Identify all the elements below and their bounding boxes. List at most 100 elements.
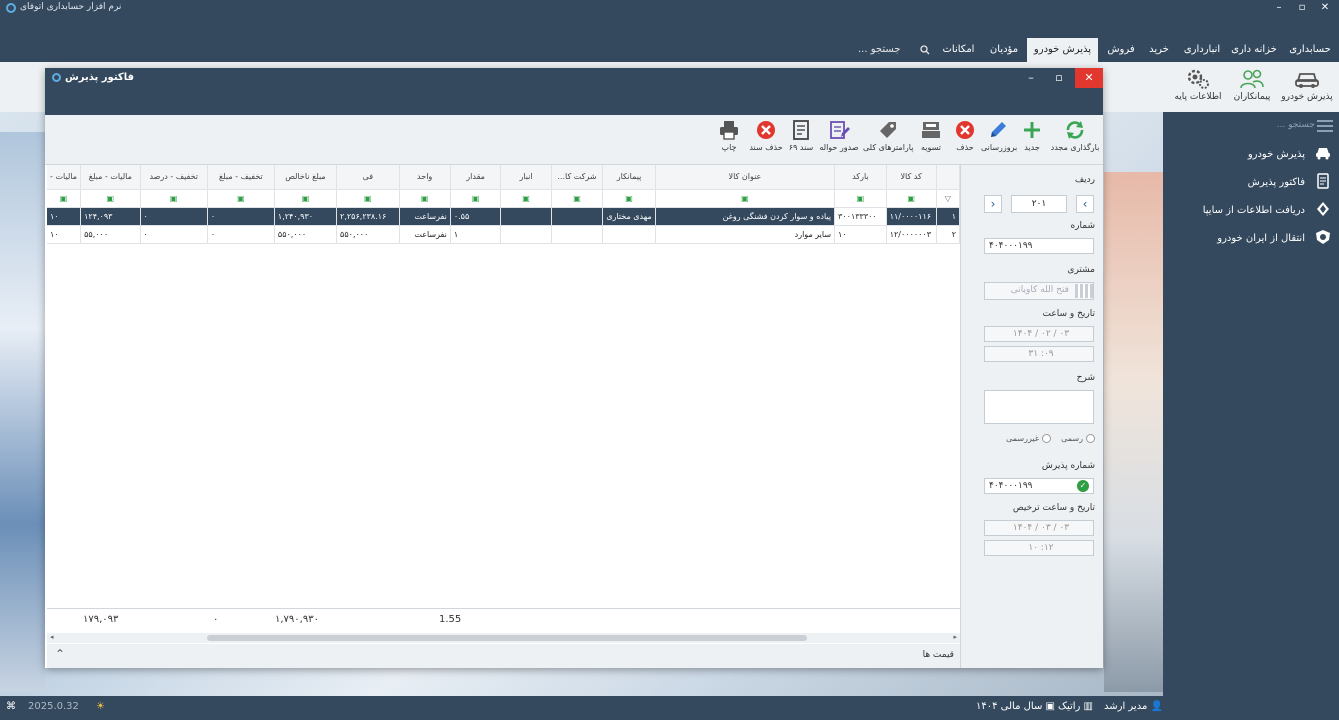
menu-accounting[interactable]: حسابداری xyxy=(1284,38,1336,62)
cell-tax-rate[interactable]: ۱۰ xyxy=(47,225,82,244)
scroll-right-icon[interactable]: ▸ xyxy=(953,633,957,641)
col-header-contractor[interactable]: پیمانکار xyxy=(602,165,656,190)
filter-cell[interactable]: ▣ xyxy=(336,189,400,208)
new-button[interactable]: جدید xyxy=(1017,119,1047,163)
cell-fee[interactable]: ۵۵۰,۰۰۰ xyxy=(336,225,400,244)
status-user[interactable]: 👤 مدیر ارشد xyxy=(1104,701,1163,712)
close-button[interactable]: ✕ xyxy=(1318,1,1332,15)
status-fiscal-year[interactable]: ▣ سال مالی ۱۴۰۴ xyxy=(976,701,1055,712)
filter-cell[interactable]: ▣ xyxy=(655,189,836,208)
scroll-left-icon[interactable]: ◂ xyxy=(50,633,54,641)
general-params-button[interactable]: پارامترهای کلی xyxy=(863,119,913,163)
filter-funnel-icon[interactable]: ▽ xyxy=(936,189,961,208)
col-header-gross[interactable]: مبلغ ناخالص xyxy=(274,165,338,190)
radio-official[interactable]: رسمی xyxy=(1061,434,1095,443)
col-header-qty[interactable]: مقدار xyxy=(450,165,502,190)
col-header-barcode[interactable]: بارکد xyxy=(834,165,887,190)
menu-car-reception[interactable]: پذیرش خودرو xyxy=(1027,38,1098,62)
col-header-disc-percent[interactable]: تخفیف - درصد xyxy=(140,165,208,190)
cell-gross[interactable]: ۵۵۰,۰۰۰ xyxy=(274,225,338,244)
cell-tax-rate[interactable]: ۱۰ xyxy=(47,207,82,226)
scrollbar-thumb[interactable] xyxy=(207,635,807,641)
cell-company[interactable] xyxy=(551,207,604,226)
cell-gross[interactable]: ۱,۲۴۰,۹۳۰ xyxy=(274,207,338,226)
delete-button[interactable]: حذف xyxy=(951,119,979,163)
cell-company[interactable] xyxy=(551,225,604,244)
filter-cell[interactable]: ▣ xyxy=(80,189,141,208)
filter-cell[interactable]: ▣ xyxy=(399,189,451,208)
horizontal-scrollbar[interactable]: ◂ ▸ xyxy=(47,633,960,643)
cell-unit[interactable]: نفرساعت xyxy=(399,225,451,244)
cell-qty[interactable]: ۰.۵۵ xyxy=(450,207,502,226)
sidebar-item-saipa-import[interactable]: دریافت اطلاعات از سایپا xyxy=(1173,200,1333,220)
filter-cell[interactable]: ▣ xyxy=(834,189,887,208)
chevron-up-icon[interactable]: ⌃ xyxy=(55,647,65,661)
description-textarea[interactable] xyxy=(984,390,1094,424)
filter-cell[interactable]: ▣ xyxy=(274,189,338,208)
next-record-icon[interactable]: › xyxy=(1076,195,1094,213)
col-header-fee[interactable]: فی xyxy=(336,165,400,190)
filter-cell[interactable]: ▣ xyxy=(207,189,275,208)
grid-picker-icon[interactable] xyxy=(1075,284,1093,298)
menu-search[interactable]: جستجو ... xyxy=(858,38,930,62)
cell-disc-percent[interactable]: ۰ xyxy=(140,225,208,244)
cell-code[interactable]: ۱۲/۰۰۰۰۰۰۳ xyxy=(886,225,937,244)
prev-record-icon[interactable]: ‹ xyxy=(984,195,1002,213)
cell-title[interactable]: سایر موارد xyxy=(655,225,836,244)
time-field[interactable]: ۰۹: ۳۱ xyxy=(984,346,1094,362)
cell-barcode[interactable]: ۳۰۰۱۳۳۳۰۰ xyxy=(834,207,887,226)
menu-taxpayers[interactable]: مؤدیان xyxy=(983,38,1025,62)
cell-unit[interactable]: نفرساعت xyxy=(399,207,451,226)
col-header-disc-amount[interactable]: تخفیف - مبلغ xyxy=(207,165,275,190)
filter-cell[interactable]: ▣ xyxy=(47,189,82,208)
table-row[interactable]: ۱ ۱۱/۰۰۰۰۱۱۶ ۳۰۰۱۳۳۳۰۰ پیاده و سوار کردن… xyxy=(47,207,961,226)
number-field[interactable]: ۴۰۴۰۰۰۱۹۹ xyxy=(984,238,1094,254)
row-value[interactable]: ۲۰۱ xyxy=(1011,195,1067,213)
delete-voucher-button[interactable]: حذف سند xyxy=(747,119,785,163)
release-time-field[interactable]: ۱۲: ۱۰ xyxy=(984,540,1094,556)
hamburger-menu-icon[interactable] xyxy=(1317,120,1333,132)
cell-disc-percent[interactable]: ۰ xyxy=(140,207,208,226)
issue-remittance-button[interactable]: صدور حواله xyxy=(817,119,861,163)
col-header-unit[interactable]: واحد xyxy=(399,165,451,190)
dialog-close-button[interactable]: ✕ xyxy=(1075,68,1103,88)
menu-features[interactable]: امکانات xyxy=(936,38,981,62)
filter-cell[interactable]: ▣ xyxy=(500,189,552,208)
cell-warehouse[interactable] xyxy=(500,225,552,244)
col-header-warehouse[interactable]: انبار xyxy=(500,165,552,190)
date-field[interactable]: ۱۴۰۴ / ۰۲ / ۰۳ xyxy=(984,326,1094,342)
menu-sales[interactable]: فروش xyxy=(1102,38,1140,62)
reload-button[interactable]: بارگذاری مجدد xyxy=(1050,119,1100,163)
cell-tax-amount[interactable]: ۱۲۴,۰۹۳ xyxy=(80,207,141,226)
radio-unofficial[interactable]: غیررسمی xyxy=(1006,434,1051,443)
ribbon-basic-info-button[interactable]: اطلاعات پایه xyxy=(1171,66,1225,110)
cell-barcode[interactable]: ۱۰ xyxy=(834,225,887,244)
cell-tax-amount[interactable]: ۵۵,۰۰۰ xyxy=(80,225,141,244)
dialog-maximize-button[interactable]: ▫ xyxy=(1045,68,1073,88)
cell-qty[interactable]: ۱ xyxy=(450,225,502,244)
cell-fee[interactable]: ۲,۲۵۶,۲۳۸.۱۶ xyxy=(336,207,400,226)
cell-contractor[interactable] xyxy=(602,225,656,244)
col-header-tax-rate[interactable]: مالیات - xyxy=(47,165,82,190)
prices-panel-header[interactable]: قیمت ها ⌃ xyxy=(47,644,960,668)
cell-warehouse[interactable] xyxy=(500,207,552,226)
voucher-69-button[interactable]: سند ۶۹ xyxy=(787,119,815,163)
menu-purchase[interactable]: خرید xyxy=(1142,38,1176,62)
cell-disc-amount[interactable]: ۰ xyxy=(207,207,275,226)
filter-cell[interactable]: ▣ xyxy=(602,189,656,208)
filter-cell[interactable]: ▣ xyxy=(551,189,604,208)
col-header-tax-amount[interactable]: مالیات - مبلغ xyxy=(80,165,141,190)
col-header-code[interactable]: کد کالا xyxy=(886,165,937,190)
filter-cell[interactable]: ▣ xyxy=(450,189,502,208)
filter-cell[interactable]: ▣ xyxy=(886,189,937,208)
sidebar-item-reception-invoice[interactable]: فاکتور پذیرش xyxy=(1173,172,1333,192)
menu-inventory[interactable]: انبارداری xyxy=(1178,38,1226,62)
ribbon-contractors-button[interactable]: پیمانکاران xyxy=(1227,66,1277,110)
restore-button[interactable]: ▫ xyxy=(1295,1,1309,15)
release-date-field[interactable]: ۱۴۰۴ / ۰۳ / ۰۳ xyxy=(984,520,1094,536)
table-row[interactable]: ۲ ۱۲/۰۰۰۰۰۰۳ ۱۰ سایر موارد ۱ نفرساعت ۵۵۰… xyxy=(47,225,961,244)
filter-cell[interactable]: ▣ xyxy=(140,189,208,208)
ribbon-car-reception-button[interactable]: پذیرش خودرو xyxy=(1279,66,1335,110)
cell-disc-amount[interactable]: ۰ xyxy=(207,225,275,244)
print-button[interactable]: چاپ xyxy=(713,119,745,163)
